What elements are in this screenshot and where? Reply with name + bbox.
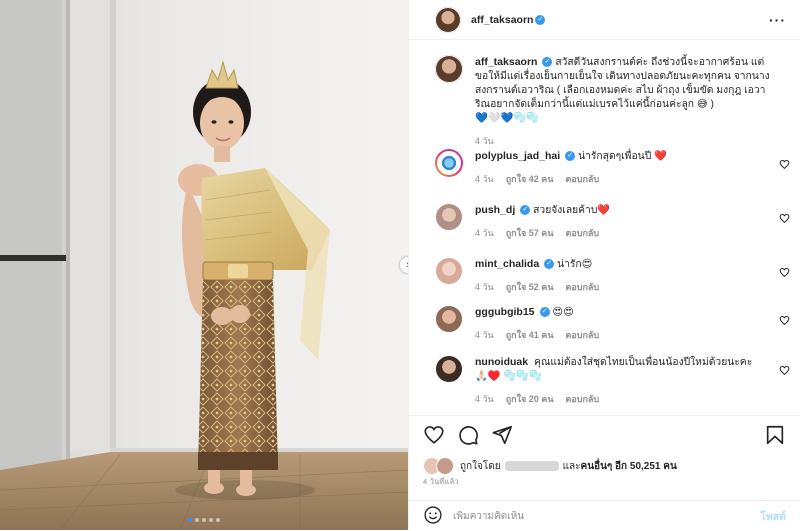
commenter-avatar[interactable] — [435, 203, 463, 231]
comment-text: น่ารัก😍 — [557, 259, 593, 270]
comment-time[interactable]: 4 วัน — [475, 172, 494, 186]
send-icon[interactable] — [491, 424, 513, 446]
smiley-icon[interactable] — [423, 505, 443, 528]
comment-item: nunoiduak คุณแม่ต้องใส่ชุดไทยเป็นเพื่อนน… — [435, 355, 790, 406]
comment-text: สวยจังเลยค้าบ❤️ — [533, 205, 611, 216]
commenter-username[interactable]: mint_chalida — [475, 258, 539, 270]
liker-avatars — [423, 457, 454, 475]
verified-badge-icon: ✓ — [539, 307, 550, 318]
add-comment-bar: โพสต์ — [409, 500, 800, 531]
comment-input[interactable] — [453, 510, 733, 522]
post-photo[interactable]: › — [0, 0, 408, 530]
comment-like-heart-icon[interactable] — [779, 267, 790, 278]
commenter-avatar[interactable] — [435, 149, 463, 177]
commenter-avatar[interactable] — [435, 305, 463, 333]
verified-badge-icon: ✓ — [542, 57, 553, 68]
post-actions: ถูกใจโดย และ คนอื่นๆ อีก 50,251 คน 4 วัน… — [409, 415, 800, 530]
comment-like-heart-icon[interactable] — [779, 213, 790, 224]
instagram-post: › aff_taksaorn ✓ ··· aff_taksaorn✓ — [0, 0, 800, 530]
comment-text-line: nunoiduak คุณแม่ต้องใส่ชุดไทยเป็นเพื่อนน… — [475, 355, 765, 384]
comments-list[interactable]: aff_taksaorn ✓ สวัสดีวันสงกรานต์ค่ะ ถึงช่… — [409, 41, 800, 415]
carousel-indicator — [0, 518, 408, 522]
comment-text: น่ารักสุดๆเพื่อนปี ❤️ — [578, 151, 667, 162]
comment-like-heart-icon[interactable] — [779, 315, 790, 326]
reply-button[interactable]: ตอบกลับ — [565, 392, 599, 406]
carousel-dot — [202, 518, 206, 522]
post-time-ago[interactable]: 4 วันที่แล้ว — [423, 476, 459, 488]
bookmark-icon[interactable] — [764, 424, 786, 446]
others-count-link[interactable]: คนอื่นๆ อีก 50,251 คน — [581, 459, 677, 474]
reply-button[interactable]: ตอบกลับ — [565, 280, 599, 294]
post-header: aff_taksaorn ✓ ··· — [409, 0, 800, 40]
caption: aff_taksaorn ✓ สวัสดีวันสงกรานต์ค่ะ ถึงช่… — [435, 55, 790, 148]
comment-item: push_dj ✓ สวยจังเลยค้าบ❤️ 4 วัน ถูกใจ 57 คน… — [435, 203, 790, 240]
liked-by-suffix: และ — [562, 460, 581, 472]
carousel-dot — [195, 518, 199, 522]
comment-time[interactable]: 4 วัน — [475, 280, 494, 294]
photo-scene — [0, 0, 408, 530]
commenter-username[interactable]: gggubgib15 — [475, 306, 535, 318]
author-avatar[interactable] — [435, 6, 461, 33]
comment-likes[interactable]: ถูกใจ 57 คน — [506, 226, 554, 240]
comment-meta: 4 วัน ถูกใจ 41 คน ตอบกลับ — [475, 328, 765, 342]
comment-icon[interactable] — [457, 424, 479, 446]
comment-text-line: mint_chalida ✓ น่ารัก😍 — [475, 257, 765, 272]
comment-text-line: push_dj ✓ สวยจังเลยค้าบ❤️ — [475, 203, 765, 218]
comment-text: 😍😍 — [552, 307, 574, 318]
liked-by-user-blurred[interactable] — [504, 461, 559, 471]
comment-meta: 4 วัน ถูกใจ 52 คน ตอบกลับ — [475, 280, 765, 294]
verified-badge-icon: ✓ — [544, 259, 555, 270]
comment-text-line: polyplus_jad_hai ✓ น่ารักสุดๆเพื่อนปี ❤️ — [475, 149, 765, 164]
reply-button[interactable]: ตอบกลับ — [565, 172, 599, 186]
carousel-dot — [209, 518, 213, 522]
caption-avatar[interactable] — [435, 55, 463, 83]
carousel-dot — [188, 518, 192, 522]
comment-meta: 4 วัน ถูกใจ 57 คน ตอบกลับ — [475, 226, 765, 240]
comment-time[interactable]: 4 วัน — [475, 328, 494, 342]
verified-badge-icon: ✓ — [535, 14, 546, 25]
comment-item: polyplus_jad_hai ✓ น่ารักสุดๆเพื่อนปี ❤️ 4… — [435, 149, 790, 186]
caption-time[interactable]: 4 วัน — [475, 134, 494, 148]
verified-badge-icon: ✓ — [565, 151, 576, 162]
comment-meta: 4 วัน ถูกใจ 42 คน ตอบกลับ — [475, 172, 765, 186]
liked-by-prefix: ถูกใจโดย — [460, 460, 501, 472]
comment-item: gggubgib15 ✓ 😍😍 4 วัน ถูกใจ 41 คน ตอบกลับ — [435, 305, 790, 342]
comment-item: mint_chalida ✓ น่ารัก😍 4 วัน ถูกใจ 52 คน ตอบ… — [435, 257, 790, 294]
carousel-dot — [216, 518, 220, 522]
caption-username[interactable]: aff_taksaorn — [475, 56, 537, 68]
commenter-avatar[interactable] — [435, 355, 463, 383]
commenter-username[interactable]: push_dj — [475, 204, 515, 216]
author-username[interactable]: aff_taksaorn — [471, 14, 533, 26]
comment-like-heart-icon[interactable] — [779, 365, 790, 376]
comment-meta: 4 วัน ถูกใจ 20 คน ตอบกลับ — [475, 392, 765, 406]
comment-likes[interactable]: ถูกใจ 41 คน — [506, 328, 554, 342]
more-horizontal-icon[interactable]: ··· — [769, 12, 786, 28]
likes-summary: ถูกใจโดย และ คนอื่นๆ อีก 50,251 คน — [423, 457, 677, 475]
comment-text-line: gggubgib15 ✓ 😍😍 — [475, 305, 765, 320]
caption-emoji-line: 💙🤍💙🫧🫧 — [475, 113, 540, 124]
caption-meta: 4 วัน — [475, 134, 775, 148]
comment-time[interactable]: 4 วัน — [475, 392, 494, 406]
commenter-username[interactable]: polyplus_jad_hai — [475, 150, 560, 162]
chevron-right-icon: › — [406, 259, 408, 271]
comment-like-heart-icon[interactable] — [779, 159, 790, 170]
comment-likes[interactable]: ถูกใจ 52 คน — [506, 280, 554, 294]
heart-icon[interactable] — [423, 424, 445, 446]
commenter-avatar[interactable] — [435, 257, 463, 285]
caption-text: aff_taksaorn ✓ สวัสดีวันสงกรานต์ค่ะ ถึงช่… — [475, 55, 775, 126]
verified-badge-icon: ✓ — [520, 205, 531, 216]
reply-button[interactable]: ตอบกลับ — [565, 328, 599, 342]
commenter-username[interactable]: nunoiduak — [475, 356, 528, 368]
comment-time[interactable]: 4 วัน — [475, 226, 494, 240]
post-comment-button[interactable]: โพสต์ — [760, 508, 786, 525]
comment-likes[interactable]: ถูกใจ 20 คน — [506, 392, 554, 406]
post-side-panel: aff_taksaorn ✓ ··· aff_taksaorn ✓ สวัสดีว… — [408, 0, 800, 530]
comment-likes[interactable]: ถูกใจ 42 คน — [506, 172, 554, 186]
reply-button[interactable]: ตอบกลับ — [565, 226, 599, 240]
